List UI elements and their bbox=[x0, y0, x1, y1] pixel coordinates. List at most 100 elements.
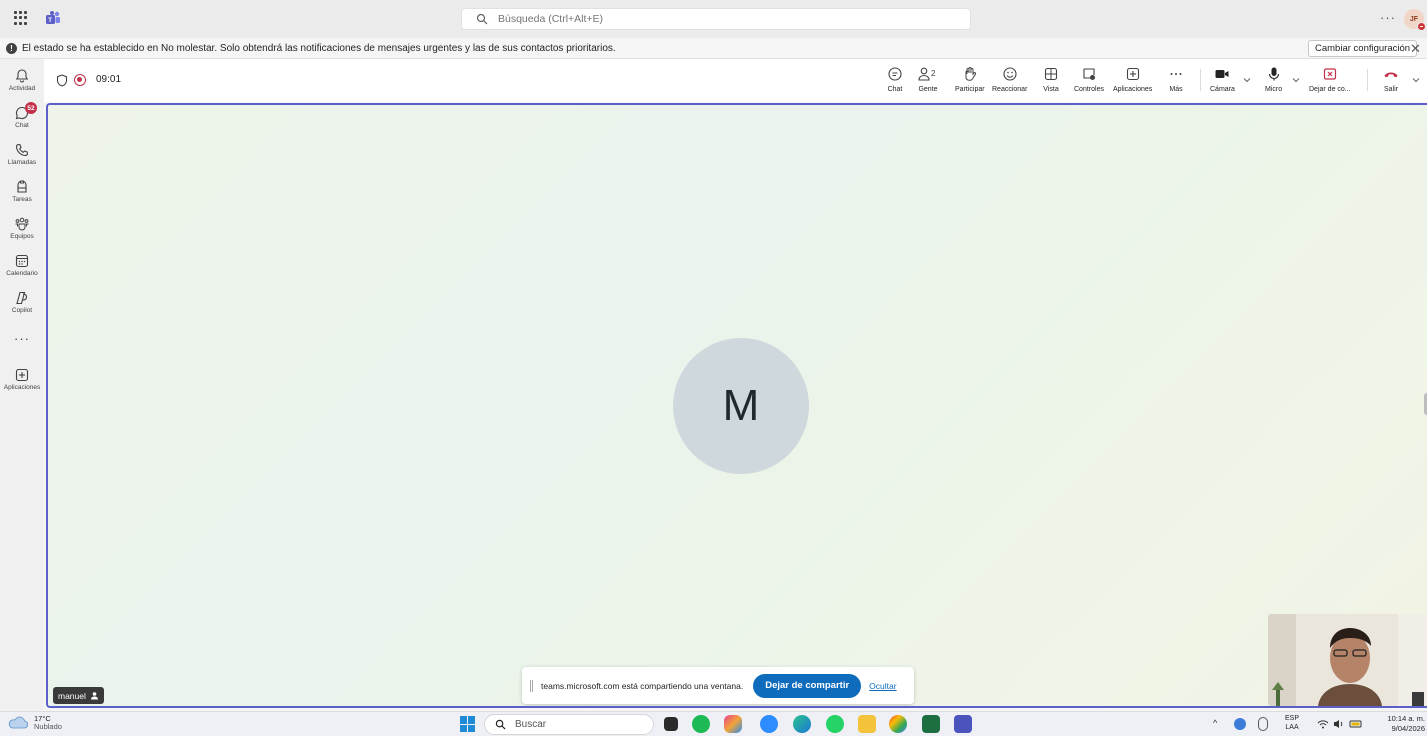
search-input[interactable] bbox=[498, 13, 918, 25]
shield-icon[interactable] bbox=[56, 74, 68, 87]
share-status-text: teams.microsoft.com está compartiendo un… bbox=[541, 680, 744, 691]
toolbar-camera-button[interactable]: Cámara bbox=[1210, 64, 1235, 98]
rail-item-tasks[interactable]: Tareas bbox=[0, 176, 44, 210]
start-button[interactable] bbox=[460, 716, 476, 732]
toolbar-controls-button[interactable]: Controles bbox=[1074, 64, 1104, 98]
bell-icon bbox=[15, 69, 29, 83]
controls-icon bbox=[1083, 68, 1095, 80]
language-code: ESP bbox=[1285, 715, 1300, 722]
recording-icon bbox=[74, 74, 86, 86]
tray-network-volume-battery-icon[interactable] bbox=[1316, 718, 1364, 730]
keyboard-layout: LAA bbox=[1285, 724, 1299, 731]
taskbar-app-chrome-icon[interactable] bbox=[889, 715, 907, 733]
toolbar-divider bbox=[1200, 69, 1201, 91]
toolbar-stop-share-label: Dejar de co... bbox=[1309, 86, 1351, 93]
taskbar-app-teams-icon[interactable] bbox=[954, 715, 972, 733]
hang-up-icon bbox=[1384, 72, 1398, 78]
taskbar-search[interactable]: Buscar bbox=[484, 714, 654, 735]
search-icon bbox=[495, 719, 506, 730]
profile-avatar[interactable]: JF bbox=[1404, 9, 1426, 31]
stop-sharing-button[interactable]: Dejar de compartir bbox=[753, 673, 862, 698]
taskbar-search-label: Buscar bbox=[515, 719, 547, 730]
phone-icon bbox=[15, 143, 29, 157]
clock-date: 9/04/2026 bbox=[1391, 724, 1425, 733]
self-video-preview[interactable] bbox=[1268, 614, 1427, 706]
rail-label-teams: Equipos bbox=[10, 233, 34, 240]
toolbar-chat-button[interactable]: Chat bbox=[887, 64, 903, 98]
chevron-down-icon[interactable] bbox=[1243, 76, 1251, 84]
apps-icon bbox=[1126, 67, 1139, 81]
toolbar-react-button[interactable]: Reaccionar bbox=[992, 64, 1027, 98]
svg-text:T: T bbox=[48, 18, 52, 24]
weather-widget[interactable]: 17°C Nublado bbox=[6, 715, 62, 731]
toolbar-divider bbox=[1367, 69, 1368, 91]
smiley-icon bbox=[1003, 67, 1017, 81]
rail-item-teams[interactable]: Equipos bbox=[0, 213, 44, 247]
taskbar-app-spotify-icon[interactable] bbox=[692, 715, 710, 733]
rail-item-activity[interactable]: Actividad bbox=[0, 65, 44, 99]
toolbar-view-button[interactable]: Vista bbox=[1043, 64, 1059, 98]
title-bar: T ··· JF bbox=[0, 0, 1427, 38]
banner-message: El estado se ha establecido en No molest… bbox=[22, 42, 616, 54]
meeting-timer: 09:01 bbox=[96, 74, 122, 85]
rail-label-tasks: Tareas bbox=[12, 196, 32, 203]
toolbar-people-label: Gente bbox=[918, 86, 938, 93]
taskbar-app-copilot-icon[interactable] bbox=[724, 715, 742, 733]
toolbar-camera-label: Cámara bbox=[1210, 86, 1235, 93]
taskbar-app-whatsapp-icon[interactable] bbox=[826, 715, 844, 733]
toolbar-view-label: Vista bbox=[1043, 86, 1059, 93]
rail-item-calls[interactable]: Llamadas bbox=[0, 139, 44, 173]
more-options-button[interactable]: ··· bbox=[1380, 10, 1396, 25]
toolbar-apps-button[interactable]: Aplicaciones bbox=[1113, 64, 1152, 98]
toolbar-chat-label: Chat bbox=[887, 86, 903, 93]
toolbar-stop-sharing-button[interactable]: Dejar de co... bbox=[1309, 64, 1351, 98]
chevron-down-icon[interactable] bbox=[1292, 76, 1300, 84]
rail-item-calendar[interactable]: Calendario bbox=[0, 250, 44, 284]
toolbar-more-button[interactable]: Más bbox=[1168, 64, 1184, 98]
toolbar-people-button[interactable]: 2 Gente bbox=[917, 64, 939, 98]
taskbar-app-zoom-icon[interactable] bbox=[760, 715, 778, 733]
microphone-icon bbox=[1268, 67, 1279, 81]
windows-taskbar: 17°C Nublado Buscar ^ ESP LAA 10:14 a. m… bbox=[0, 711, 1427, 736]
participant-avatar: M bbox=[673, 338, 809, 474]
raise-hand-icon bbox=[965, 67, 976, 81]
toolbar-raise-hand-button[interactable]: Participar bbox=[955, 64, 985, 98]
toolbar-mic-button[interactable]: Micro bbox=[1265, 64, 1282, 98]
search-box[interactable] bbox=[461, 8, 971, 30]
calendar-icon bbox=[15, 254, 29, 268]
taskbar-app-terminal-icon[interactable] bbox=[664, 717, 678, 731]
change-settings-button[interactable]: Cambiar configuración bbox=[1308, 40, 1418, 57]
chat-icon bbox=[888, 67, 902, 81]
weather-condition: Nublado bbox=[34, 722, 62, 731]
rail-more-button[interactable]: ··· bbox=[0, 331, 44, 346]
screen-share-bar: teams.microsoft.com está compartiendo un… bbox=[522, 667, 914, 704]
toolbar-more-label: Más bbox=[1169, 86, 1183, 93]
taskbar-app-edge-icon[interactable] bbox=[793, 715, 811, 733]
tray-microphone-icon[interactable] bbox=[1258, 717, 1268, 731]
tasks-icon bbox=[17, 180, 27, 193]
copilot-icon bbox=[16, 291, 28, 305]
participant-name-tag: manuel bbox=[53, 687, 104, 704]
close-icon[interactable]: ✕ bbox=[1410, 41, 1421, 57]
rail-item-apps[interactable]: Aplicaciones bbox=[0, 364, 44, 398]
do-not-disturb-status-icon bbox=[1417, 22, 1426, 31]
taskbar-app-file-explorer-icon[interactable] bbox=[858, 715, 876, 733]
toolbar-mic-label: Micro bbox=[1265, 86, 1283, 93]
system-clock[interactable]: 10:14 a. m. 9/04/2026 bbox=[1377, 714, 1425, 734]
participant-avatar-letter: M bbox=[722, 381, 760, 430]
leave-call-button[interactable]: Salir bbox=[1383, 64, 1399, 98]
drag-handle-icon[interactable] bbox=[530, 679, 533, 692]
tray-onedrive-icon[interactable] bbox=[1234, 718, 1246, 730]
input-language-indicator[interactable]: ESP LAA bbox=[1285, 714, 1299, 732]
app-launcher-icon[interactable] bbox=[14, 11, 28, 25]
rail-label-copilot: Copilot bbox=[11, 307, 33, 314]
show-hidden-icons-icon[interactable]: ^ bbox=[1213, 718, 1217, 728]
rail-item-chat[interactable]: 52 Chat bbox=[0, 102, 44, 136]
hide-share-bar-link[interactable]: Ocultar bbox=[869, 681, 896, 691]
dnd-notification-banner: ! El estado se ha establecido en No mole… bbox=[0, 38, 1427, 59]
taskbar-app-excel-icon[interactable] bbox=[922, 715, 940, 733]
toolbar-raise-label: Participar bbox=[955, 86, 985, 93]
chevron-down-icon[interactable] bbox=[1412, 76, 1420, 84]
rail-item-copilot[interactable]: Copilot bbox=[0, 287, 44, 321]
chat-unread-badge: 52 bbox=[25, 102, 37, 114]
